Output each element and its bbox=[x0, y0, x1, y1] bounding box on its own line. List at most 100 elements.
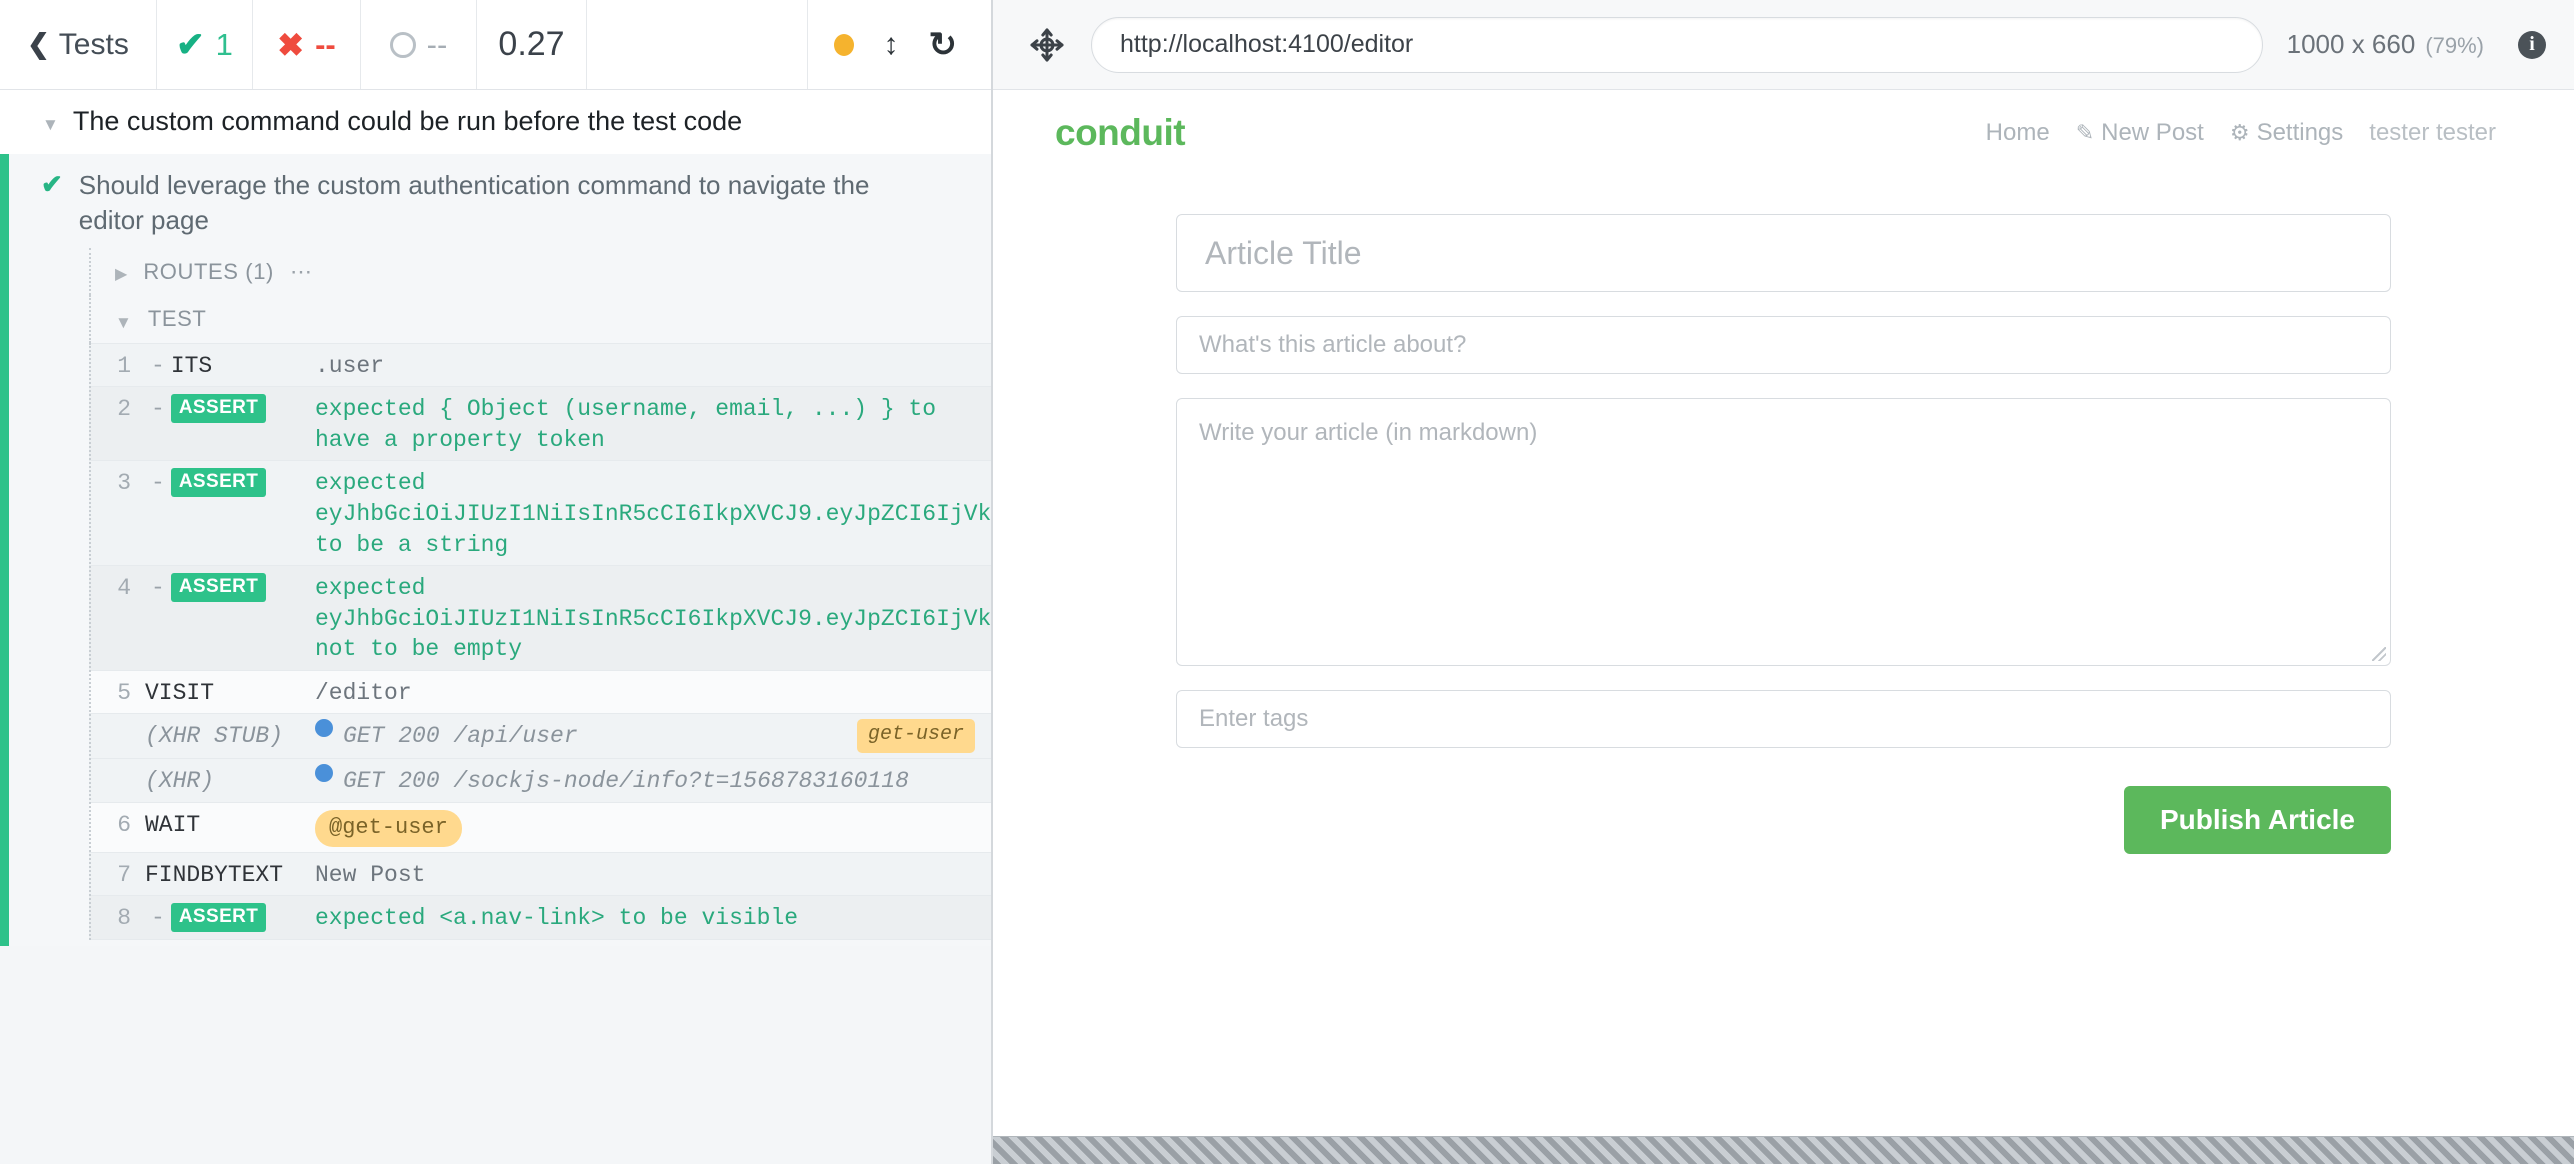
x-icon: ✖ bbox=[277, 26, 305, 63]
reporter-panel: ❮ Tests ✔ 1 ✖ -- -- 0.27 ↕ ↻ ▼ The custo… bbox=[0, 0, 993, 1164]
assert-badge: ASSERT bbox=[170, 394, 267, 423]
runnables-list: ▼ The custom command could be run before… bbox=[0, 90, 991, 1164]
command-dash: - bbox=[151, 352, 165, 379]
amber-dot-icon bbox=[833, 33, 854, 56]
command-method-label: WAIT bbox=[145, 811, 201, 838]
viewport-scale: (79%) bbox=[2425, 33, 2484, 58]
info-icon[interactable]: i bbox=[2518, 30, 2546, 59]
command-row[interactable]: 2 - ASSERT expected { Object (username, e… bbox=[89, 386, 991, 461]
article-body-textarea[interactable]: Write your article (in markdown) bbox=[1176, 398, 2391, 666]
article-tags-input[interactable]: Enter tags bbox=[1176, 690, 2391, 748]
article-tags-placeholder: Enter tags bbox=[1199, 705, 1309, 732]
nav-link-settings-label: Settings bbox=[2256, 119, 2344, 146]
xhr-status-dot-icon bbox=[315, 719, 333, 738]
command-message: expected <a.nav-link> to be visible bbox=[315, 905, 799, 932]
restart-icon[interactable]: ↻ bbox=[929, 28, 958, 62]
alias-pill[interactable]: @get-user bbox=[315, 809, 462, 847]
hook-routes[interactable]: ▶ ROUTES (1) ⋯ bbox=[89, 248, 991, 296]
aut-panel: http://localhost:4100/editor 1000 x 660 … bbox=[993, 0, 2574, 1164]
url-text: http://localhost:4100/editor bbox=[1120, 30, 1414, 58]
command-row[interactable]: 1 - ITS .user bbox=[89, 342, 991, 387]
xhr-alias-tag[interactable]: get-user bbox=[856, 719, 975, 754]
hook-label: TEST bbox=[147, 305, 207, 331]
command-number: 4 bbox=[117, 575, 131, 602]
nav-link-new-post-label: New Post bbox=[2101, 119, 2204, 146]
command-method-label: FINDBYTEXT bbox=[145, 861, 284, 888]
hook-test[interactable]: ▼ TEST bbox=[89, 294, 991, 343]
gear-icon: ⚙ bbox=[2229, 120, 2250, 145]
nav-link-user-label: tester tester bbox=[2369, 119, 2496, 146]
pending-count: -- bbox=[426, 26, 448, 62]
suite-title: The custom command could be run before t… bbox=[72, 106, 743, 136]
command-message: expected eyJhbGciOiJIUzI1NiIsInR5cCI6Ikp… bbox=[315, 470, 991, 558]
command-message: expected eyJhbGciOiJIUzI1NiIsInR5cCI6Ikp… bbox=[315, 575, 991, 663]
xhr-row[interactable]: (XHR) GET 200 /sockjs-node/info?t=156878… bbox=[89, 758, 991, 802]
conduit-navbar: conduit Home ✎ New Post ⚙ Settings teste… bbox=[993, 90, 2574, 176]
publish-row: Publish Article bbox=[1176, 786, 2391, 854]
article-title-input[interactable]: Article Title bbox=[1176, 214, 2391, 292]
xhr-type-label: (XHR STUB) bbox=[145, 723, 284, 750]
command-number: 2 bbox=[117, 396, 131, 423]
command-row[interactable]: 7 FINDBYTEXT New Post bbox=[89, 851, 991, 896]
test: ✔ Should leverage the custom authenticat… bbox=[0, 153, 991, 947]
command-number bbox=[101, 719, 145, 721]
command-dash: - bbox=[151, 396, 165, 423]
header-spacer bbox=[587, 0, 808, 89]
chevron-down-icon[interactable]: ▼ bbox=[115, 311, 132, 335]
command-list: 1 - ITS .user 2 - ASSERT expected { Object… bbox=[89, 342, 991, 941]
nav-link-home-label: Home bbox=[1985, 119, 2050, 146]
stat-pending[interactable]: -- bbox=[361, 0, 477, 89]
article-description-input[interactable]: What's this article about? bbox=[1176, 316, 2391, 374]
command-number: 5 bbox=[117, 679, 131, 706]
ellipsis-icon[interactable]: ⋯ bbox=[290, 260, 314, 282]
updown-arrow-icon[interactable]: ↕ bbox=[884, 29, 899, 60]
assert-badge: ASSERT bbox=[170, 468, 267, 498]
article-description-placeholder: What's this article about? bbox=[1199, 331, 1467, 358]
conduit-brand-logo[interactable]: conduit bbox=[1055, 112, 1186, 154]
nav-link-settings[interactable]: ⚙ Settings bbox=[2230, 119, 2343, 147]
reporter-header: ❮ Tests ✔ 1 ✖ -- -- 0.27 ↕ ↻ bbox=[0, 0, 991, 90]
duration-display: 0.27 bbox=[477, 0, 587, 89]
article-editor-form: Article Title What's this article about?… bbox=[1176, 214, 2391, 854]
command-method: - ASSERT bbox=[145, 392, 315, 425]
back-to-tests-button[interactable]: ❮ Tests bbox=[0, 0, 157, 89]
command-message: /editor bbox=[315, 679, 412, 706]
command-row[interactable]: 3 - ASSERT expected eyJhbGciOiJIUzI1NiIsI… bbox=[89, 460, 991, 566]
command-row[interactable]: 6 WAIT @get-user bbox=[89, 801, 991, 852]
test-header[interactable]: ✔ Should leverage the custom authenticat… bbox=[9, 154, 991, 249]
check-icon: ✔ bbox=[41, 168, 63, 199]
command-number: 7 bbox=[117, 861, 131, 888]
aut-header: http://localhost:4100/editor 1000 x 660 … bbox=[993, 0, 2574, 90]
passed-count: 1 bbox=[215, 26, 233, 62]
publish-article-button[interactable]: Publish Article bbox=[2123, 786, 2391, 854]
suite-header[interactable]: ▼ The custom command could be run before… bbox=[0, 90, 991, 154]
command-message: New Post bbox=[315, 861, 426, 888]
pencil-square-icon: ✎ bbox=[2075, 120, 2095, 145]
stat-failed[interactable]: ✖ -- bbox=[253, 0, 361, 89]
chevron-down-icon[interactable]: ▼ bbox=[42, 113, 59, 137]
nav-link-home[interactable]: Home bbox=[1986, 119, 2050, 147]
nav-links: Home ✎ New Post ⚙ Settings tester tester bbox=[1986, 119, 2496, 147]
selector-playground-icon[interactable] bbox=[1027, 25, 1067, 65]
command-message: expected { Object (username, email, ...)… bbox=[315, 396, 950, 453]
chevron-left-icon: ❮ bbox=[27, 29, 50, 59]
xhr-message: GET 200 /sockjs-node/info?t=156878316011… bbox=[343, 768, 909, 795]
command-method: FINDBYTEXT bbox=[145, 858, 315, 891]
command-row[interactable]: 4 - ASSERT expected eyJhbGciOiJIUzI1NiIsI… bbox=[89, 565, 991, 670]
reporter-controls: ↕ ↻ bbox=[808, 0, 992, 89]
assert-badge: ASSERT bbox=[170, 573, 267, 602]
command-method-label: VISIT bbox=[145, 679, 215, 706]
xhr-row[interactable]: (XHR STUB) GET 200 /api/user get-user bbox=[89, 713, 991, 759]
nav-link-new-post[interactable]: ✎ New Post bbox=[2076, 119, 2204, 147]
command-dash: - bbox=[151, 470, 165, 497]
suite: ▼ The custom command could be run before… bbox=[0, 90, 991, 947]
textarea-resize-handle[interactable] bbox=[2372, 647, 2386, 661]
command-message: .user bbox=[315, 352, 385, 379]
command-row[interactable]: 5 VISIT /editor bbox=[89, 669, 991, 714]
nav-link-user[interactable]: tester tester bbox=[2369, 119, 2496, 147]
command-row[interactable]: 8 - ASSERT expected <a.nav-link> to be vi… bbox=[89, 895, 991, 941]
cypress-test-runner: ❮ Tests ✔ 1 ✖ -- -- 0.27 ↕ ↻ ▼ The custo… bbox=[0, 0, 2574, 1164]
stat-passed[interactable]: ✔ 1 bbox=[157, 0, 253, 89]
url-bar[interactable]: http://localhost:4100/editor bbox=[1091, 16, 2263, 73]
chevron-right-icon[interactable]: ▶ bbox=[115, 264, 127, 286]
